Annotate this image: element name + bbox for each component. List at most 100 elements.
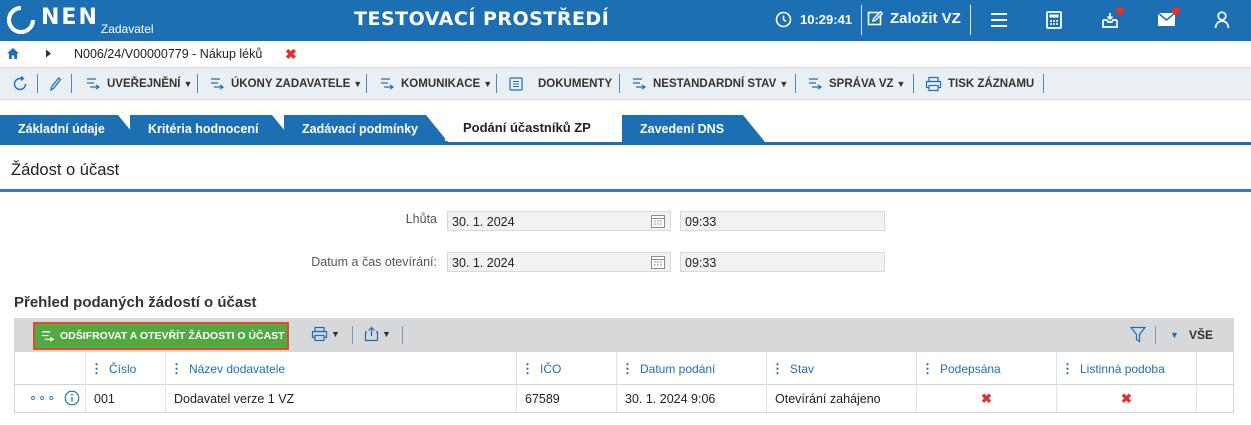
- edit-icon: [867, 10, 884, 27]
- export-icon: [364, 326, 379, 342]
- column-header-label: IČO: [540, 361, 562, 376]
- chevron-down-icon: ▼: [896, 78, 906, 89]
- column-menu-icon[interactable]: ⋮: [621, 361, 634, 377]
- tab-podani-ucastniku[interactable]: Podání účastníků ZP: [445, 114, 635, 141]
- calendar-icon[interactable]: [650, 213, 666, 229]
- decrypt-open-label: ODŠIFROVAT A OTEVŘÍT ŽÁDOSTI O ÚČAST: [60, 330, 285, 342]
- column-header-label: Datum podání: [640, 361, 716, 376]
- chevron-right-icon: [45, 49, 52, 58]
- action-toolbar: UVEŘEJNĚNÍ ▼ ÚKONY ZADAVATELE ▼ KOMUNIKA…: [0, 67, 1251, 100]
- chevron-down-icon: ▼: [1170, 330, 1179, 340]
- workflow-icon: [86, 76, 101, 92]
- cell-listinna: ✖: [1056, 385, 1196, 412]
- cell-nazev: Dodavatel verze 1 VZ: [165, 385, 516, 412]
- column-header-spacer: [1196, 352, 1234, 385]
- chevron-down-icon: ▼: [483, 78, 493, 89]
- column-header-label: Listinná podoba: [1080, 361, 1165, 376]
- refresh-icon: [11, 75, 29, 93]
- menu-sprava-vz[interactable]: SPRÁVA VZ ▼: [808, 68, 905, 99]
- edit-button[interactable]: [48, 68, 62, 99]
- create-vz-label: Založit VZ: [890, 10, 961, 27]
- tab-zavedeni-dns[interactable]: Zavedení DNS: [622, 115, 765, 142]
- menu-dokumenty[interactable]: DOKUMENTY: [508, 68, 612, 99]
- column-menu-icon[interactable]: ⋮: [771, 361, 784, 377]
- cross-icon: ✖: [1121, 390, 1132, 406]
- create-vz-button[interactable]: Založit VZ: [867, 10, 961, 27]
- decrypt-open-button[interactable]: ODŠIFROVAT A OTEVŘÍT ŽÁDOSTI O ÚČAST: [33, 322, 289, 350]
- column-header-nazev[interactable]: ⋮ Název dodavatele: [165, 352, 516, 385]
- column-header-label: Číslo: [109, 361, 137, 376]
- clock-time: 10:29:41: [800, 12, 853, 27]
- menu-icon[interactable]: [989, 12, 1009, 28]
- applications-grid: ODŠIFROVAT A OTEVŘÍT ŽÁDOSTI O ÚČAST ▼ ▼…: [14, 318, 1234, 413]
- logo-circle-icon: [6, 5, 36, 35]
- column-menu-icon[interactable]: ⋮: [90, 361, 103, 377]
- menu-uverejneni[interactable]: UVEŘEJNĚNÍ ▼: [86, 68, 192, 99]
- filter-button[interactable]: [1130, 326, 1146, 344]
- column-header-datum[interactable]: ⋮ Datum podání: [616, 352, 766, 385]
- column-menu-icon[interactable]: ⋮: [170, 361, 183, 377]
- refresh-button[interactable]: [11, 68, 29, 99]
- toolbar-divider: [619, 74, 620, 93]
- logo-text: NEN: [41, 5, 99, 30]
- tab-zadavaci-podminky[interactable]: Zadávací podmínky: [284, 115, 448, 142]
- menu-tisk-zaznamu-label: TISK ZÁZNAMU: [948, 77, 1035, 90]
- toolbar-divider: [496, 74, 497, 93]
- table-row[interactable]: ∘∘∘ 001 Dodavatel verze 1 VZ 67589 30. 1…: [14, 385, 1234, 413]
- menu-uverejneni-label: UVEŘEJNĚNÍ: [107, 77, 181, 90]
- menu-nestandardni-stav[interactable]: NESTANDARDNÍ STAV ▼: [632, 68, 788, 99]
- workflow-icon: [632, 76, 647, 92]
- overview-title: Přehled podaných žádostí o účast: [14, 294, 257, 311]
- user-icon[interactable]: [1214, 11, 1230, 29]
- calendar-icon[interactable]: [650, 254, 666, 270]
- print-menu-button[interactable]: ▼: [311, 326, 340, 342]
- breadcrumb-record-title[interactable]: N006/24/V00000779 - Nákup léků: [74, 47, 262, 61]
- filter-preset-dropdown[interactable]: ▼: [1170, 330, 1179, 340]
- home-icon[interactable]: [6, 47, 20, 60]
- section-title: Žádost o účast: [11, 161, 120, 179]
- column-header-cislo[interactable]: ⋮ Číslo: [85, 352, 165, 385]
- menu-tisk-zaznamu[interactable]: TISK ZÁZNAMU: [925, 68, 1034, 99]
- info-icon[interactable]: [64, 390, 80, 406]
- opening-date-field[interactable]: 30. 1. 2024: [447, 252, 671, 272]
- deadline-time-value: 09:33: [685, 215, 717, 229]
- column-header-listinna[interactable]: ⋮ Listinná podoba: [1056, 352, 1196, 385]
- cell-ico: 67589: [516, 385, 616, 412]
- tab-bar: Základní údaje Kritéria hodnocení Zadáva…: [0, 100, 1251, 142]
- grid-toolbar-divider: [352, 326, 353, 344]
- tab-zakladni-udaje[interactable]: Základní údaje: [0, 115, 140, 142]
- menu-komunikace[interactable]: KOMUNIKACE ▼: [380, 68, 492, 99]
- workflow-icon: [380, 76, 395, 92]
- column-header-podepsana[interactable]: ⋮ Podepsána: [916, 352, 1056, 385]
- opening-time-field[interactable]: 09:33: [680, 252, 885, 272]
- header-divider: [970, 5, 971, 35]
- nen-logo[interactable]: NEN Zadavatel: [6, 5, 154, 36]
- menu-ukony-zadavatele[interactable]: ÚKONY ZADAVATELE ▼: [210, 68, 362, 99]
- filter-icon: [1130, 326, 1146, 344]
- column-menu-icon[interactable]: ⋮: [921, 361, 934, 377]
- deadline-time-field[interactable]: 09:33: [680, 211, 885, 231]
- row-tools: ∘∘∘: [29, 390, 80, 406]
- logo-subtitle: Zadavatel: [100, 22, 154, 36]
- main-content: Žádost o účast Lhůta 30. 1. 2024 09:33 D…: [0, 145, 1251, 425]
- tab-kriteria-hodnoceni[interactable]: Kritéria hodnocení: [130, 115, 294, 142]
- section-divider: [0, 189, 1251, 192]
- grid-toolbar-divider: [402, 326, 403, 344]
- column-menu-icon[interactable]: ⋮: [1061, 361, 1074, 377]
- tab-label: Zavedení DNS: [640, 121, 725, 136]
- column-header-stav[interactable]: ⋮ Stav: [766, 352, 916, 385]
- menu-nestandardni-stav-label: NESTANDARDNÍ STAV: [653, 77, 777, 90]
- deadline-label: Lhůta: [405, 212, 437, 226]
- tab-label: Základní údaje: [18, 121, 105, 136]
- column-header-ico[interactable]: ⋮ IČO: [516, 352, 616, 385]
- calculator-icon[interactable]: [1045, 11, 1063, 29]
- close-record-icon[interactable]: ✖: [285, 46, 297, 63]
- more-options-icon[interactable]: ∘∘∘: [29, 391, 56, 405]
- export-menu-button[interactable]: ▼: [364, 326, 391, 342]
- column-menu-icon[interactable]: ⋮: [521, 361, 534, 377]
- tab-label: Zadávací podmínky: [302, 121, 419, 136]
- filter-preset-label[interactable]: VŠE: [1189, 328, 1213, 342]
- chevron-down-icon: ▼: [331, 329, 340, 339]
- deadline-date-field[interactable]: 30. 1. 2024: [447, 211, 671, 231]
- toolbar-divider: [366, 74, 367, 93]
